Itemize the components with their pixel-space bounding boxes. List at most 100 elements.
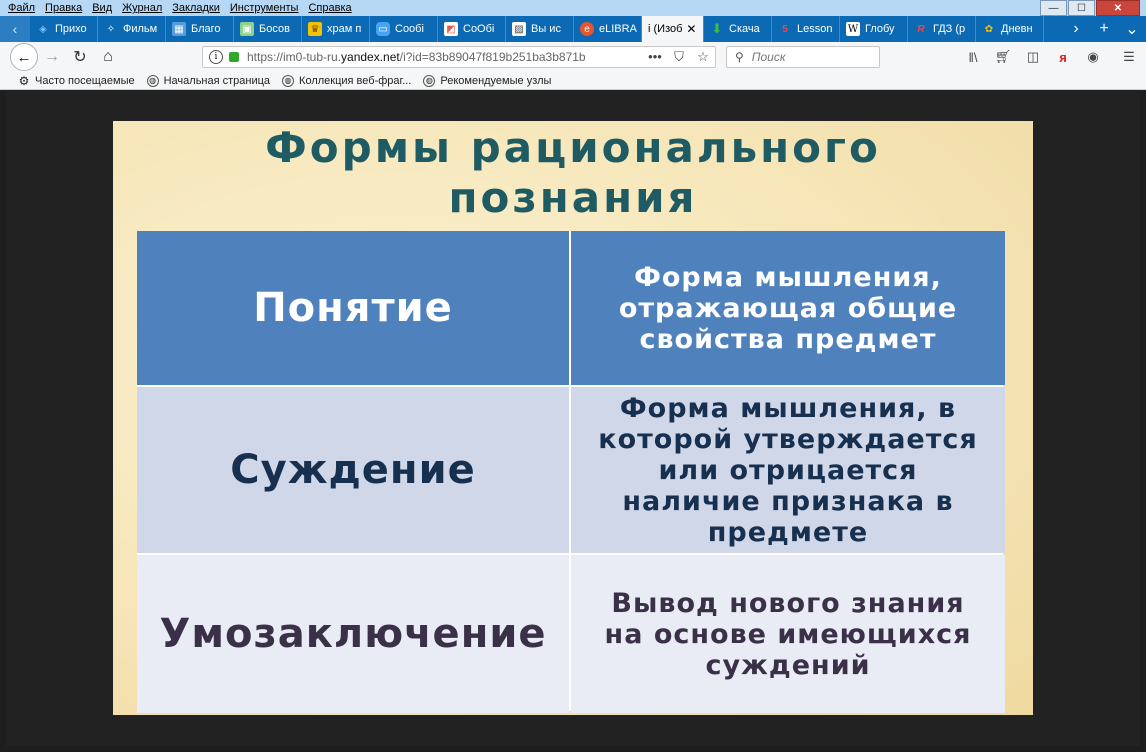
tab-active[interactable]: i (Изоб ✕ xyxy=(642,16,704,42)
tab[interactable]: ⬇ Скача xyxy=(704,16,772,42)
menu-file[interactable]: Файл xyxy=(8,2,35,14)
tab[interactable]: 5 Lesson xyxy=(772,16,840,42)
tab[interactable]: ♛ храм п xyxy=(302,16,370,42)
tab-strip: ‹ ◈ Прихо ✧ Фильм ▦ Благо ▣ Босов ♛ храм п ▭ С… xyxy=(0,16,1146,42)
bookmark-item[interactable]: ◍ Коллекция веб-фраг... xyxy=(282,74,412,87)
menu-bookmarks[interactable]: Закладки xyxy=(172,2,220,14)
lesson-icon: 5 xyxy=(782,23,788,35)
definition-cell: Форма мышления, отражающая общие свойств… xyxy=(571,231,1005,385)
pocket-icon[interactable]: ⛉ xyxy=(667,49,691,65)
tab[interactable]: ▨ Вы ис xyxy=(506,16,574,42)
tab-label: ГДЗ (р xyxy=(933,23,966,35)
compass-icon: ◈ xyxy=(39,23,47,35)
tab-label: Глобу xyxy=(865,23,895,35)
gear-icon: ⚙ xyxy=(18,73,30,88)
window-controls: — ☐ ✕ xyxy=(1039,0,1140,16)
new-tab-button[interactable]: + xyxy=(1090,16,1118,42)
tab-label: СоОбі xyxy=(463,23,495,35)
close-icon[interactable]: ✕ xyxy=(686,22,696,36)
menu-view[interactable]: Вид xyxy=(92,2,112,14)
url-prefix: https://im0-tub-ru. xyxy=(247,50,342,64)
bookmark-item[interactable]: ◍ Рекомендуемые узлы xyxy=(423,74,552,87)
bookmark-label: Коллекция веб-фраг... xyxy=(299,74,412,87)
tab-label: i (Изоб xyxy=(648,23,683,35)
menu-edit[interactable]: Правка xyxy=(45,2,82,14)
bookmark-label: Начальная страница xyxy=(163,74,271,87)
forward-button[interactable]: → xyxy=(38,43,66,71)
library-icon[interactable]: ‖\ xyxy=(958,46,988,68)
window-bottom-edge xyxy=(0,746,1146,752)
tab[interactable]: R ГДЗ (р xyxy=(908,16,976,42)
info-icon[interactable]: i xyxy=(209,50,223,64)
tab[interactable]: ◈ Прихо xyxy=(30,16,98,42)
tab[interactable]: ▣ Босов xyxy=(234,16,302,42)
gdz-icon: R xyxy=(917,23,925,35)
page-actions: ••• ⛉ ☆ xyxy=(643,49,715,65)
globe-icon: ◍ xyxy=(423,74,436,87)
menu-history[interactable]: Журнал xyxy=(122,2,162,14)
toolbar-icons: ‖\ 🛒︎ ◫ я ◉ ☰ xyxy=(958,46,1144,68)
tab-label: Благо xyxy=(191,23,221,35)
yandex-icon[interactable]: я xyxy=(1048,46,1078,68)
bookmark-item[interactable]: ◍ Начальная страница xyxy=(146,74,271,87)
chat-icon: ▭ xyxy=(376,22,390,36)
slide-title: Формы рационального познания xyxy=(113,123,1033,223)
bookmark-label: Рекомендуемые узлы xyxy=(440,74,552,87)
cart-icon[interactable]: 🛒︎ xyxy=(988,46,1018,68)
account-icon[interactable]: ◉ xyxy=(1078,46,1108,68)
tab-label: Скача xyxy=(729,23,760,35)
sidebar-icon[interactable]: ◫ xyxy=(1018,46,1048,68)
tab[interactable]: W Глобу xyxy=(840,16,908,42)
back-button[interactable]: ← xyxy=(10,43,38,71)
term-cell: Умозаключение xyxy=(137,555,569,713)
tabs-scroll-left-button[interactable]: ‹ xyxy=(0,16,30,42)
list-all-tabs-button[interactable]: ⌄ xyxy=(1118,16,1146,42)
wikipedia-icon: W xyxy=(846,22,860,36)
page-content: Формы рационального познания Понятие Фор… xyxy=(6,91,1140,746)
menu-help[interactable]: Справка xyxy=(308,2,351,14)
lock-icon[interactable] xyxy=(229,52,239,62)
tab[interactable]: ✿ Дневн xyxy=(976,16,1044,42)
tab-label: храм п xyxy=(327,23,362,35)
tab[interactable]: e eLIBRA xyxy=(574,16,642,42)
navigation-toolbar: ← → ↻ ⌂ i https://im0-tub-ru.yandex.net/… xyxy=(0,42,1146,72)
bookmark-item[interactable]: ⚙ Часто посещаемые xyxy=(18,73,135,88)
tab-label: Вы ис xyxy=(531,23,561,35)
chart-icon: ▦ xyxy=(172,22,186,36)
globe-icon: ◍ xyxy=(146,74,159,87)
address-bar[interactable]: i https://im0-tub-ru.yandex.net/i?id=83b… xyxy=(202,46,716,68)
tab[interactable]: ◩ СоОбі xyxy=(438,16,506,42)
tab[interactable]: ▭ Сообі xyxy=(370,16,438,42)
image-icon: ▨ xyxy=(512,22,526,36)
term-cell: Понятие xyxy=(137,231,569,385)
term-cell: Суждение xyxy=(137,387,569,553)
tab[interactable]: ▦ Благо xyxy=(166,16,234,42)
reload-button[interactable]: ↻ xyxy=(66,43,94,71)
home-button[interactable]: ⌂ xyxy=(94,43,122,71)
slide-title-line-1: Формы рационального xyxy=(265,123,881,172)
minimize-button[interactable]: — xyxy=(1040,0,1067,16)
menu-icon[interactable]: ☰ xyxy=(1114,46,1144,68)
url-path: /i?id=83b89047f819b251ba3b871b xyxy=(399,50,586,64)
tab[interactable]: ✧ Фильм xyxy=(98,16,166,42)
slide-image[interactable]: Формы рационального познания Понятие Фор… xyxy=(113,121,1033,715)
tab-label: Фильм xyxy=(123,23,158,35)
bookmark-star-icon[interactable]: ☆ xyxy=(691,49,715,65)
globe-icon: ◍ xyxy=(282,74,295,87)
url-domain: yandex.net xyxy=(341,50,400,64)
search-input[interactable]: ⚲ Поиск xyxy=(726,46,880,68)
search-placeholder: Поиск xyxy=(751,50,786,64)
more-actions-icon[interactable]: ••• xyxy=(643,49,667,65)
slide-title-line-2: познания xyxy=(448,173,698,222)
definition-cell: Вывод нового знания на основе имеющихся … xyxy=(571,555,1005,713)
tab-label: eLIBRA xyxy=(599,23,637,35)
tabs-scroll-right-button[interactable]: › xyxy=(1062,16,1090,42)
bookmarks-toolbar: ⚙ Часто посещаемые ◍ Начальная страница ◍ К… xyxy=(0,72,1146,90)
url-text[interactable]: https://im0-tub-ru.yandex.net/i?id=83b89… xyxy=(247,50,637,64)
close-window-button[interactable]: ✕ xyxy=(1096,0,1140,16)
menu-tools[interactable]: Инструменты xyxy=(230,2,299,14)
maximize-button[interactable]: ☐ xyxy=(1068,0,1095,16)
sparkle-icon: ✧ xyxy=(106,23,116,35)
slide-table: Понятие Форма мышления, отражающая общие… xyxy=(137,231,1005,713)
tab-label: Босов xyxy=(259,23,290,35)
